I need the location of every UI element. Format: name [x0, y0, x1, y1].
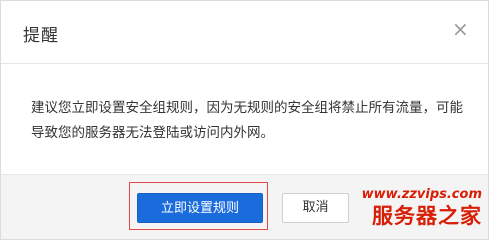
watermark-text: 服务器之家 — [372, 204, 482, 228]
dialog-body: 建议您立即设置安全组规则，因为无规则的安全组将禁止所有流量，可能导致您的服务器无… — [1, 64, 488, 174]
set-rules-now-button[interactable]: 立即设置规则 — [137, 193, 263, 223]
reminder-dialog: 提醒 × 建议您立即设置安全组规则，因为无规则的安全组将禁止所有流量，可能导致您… — [0, 0, 489, 240]
dialog-message: 建议您立即设置安全组规则，因为无规则的安全组将禁止所有流量，可能导致您的服务器无… — [31, 100, 463, 141]
cancel-button[interactable]: 取消 — [282, 193, 349, 223]
dialog-footer: 立即设置规则 取消 www.zzvips.com 服务器之家 — [1, 174, 488, 239]
watermark-url: www.zzvips.com — [361, 187, 482, 202]
dialog-header: 提醒 × — [1, 1, 488, 64]
dialog-title: 提醒 — [23, 26, 59, 46]
close-icon[interactable]: × — [452, 19, 469, 39]
site-watermark: www.zzvips.com 服务器之家 — [354, 187, 482, 229]
